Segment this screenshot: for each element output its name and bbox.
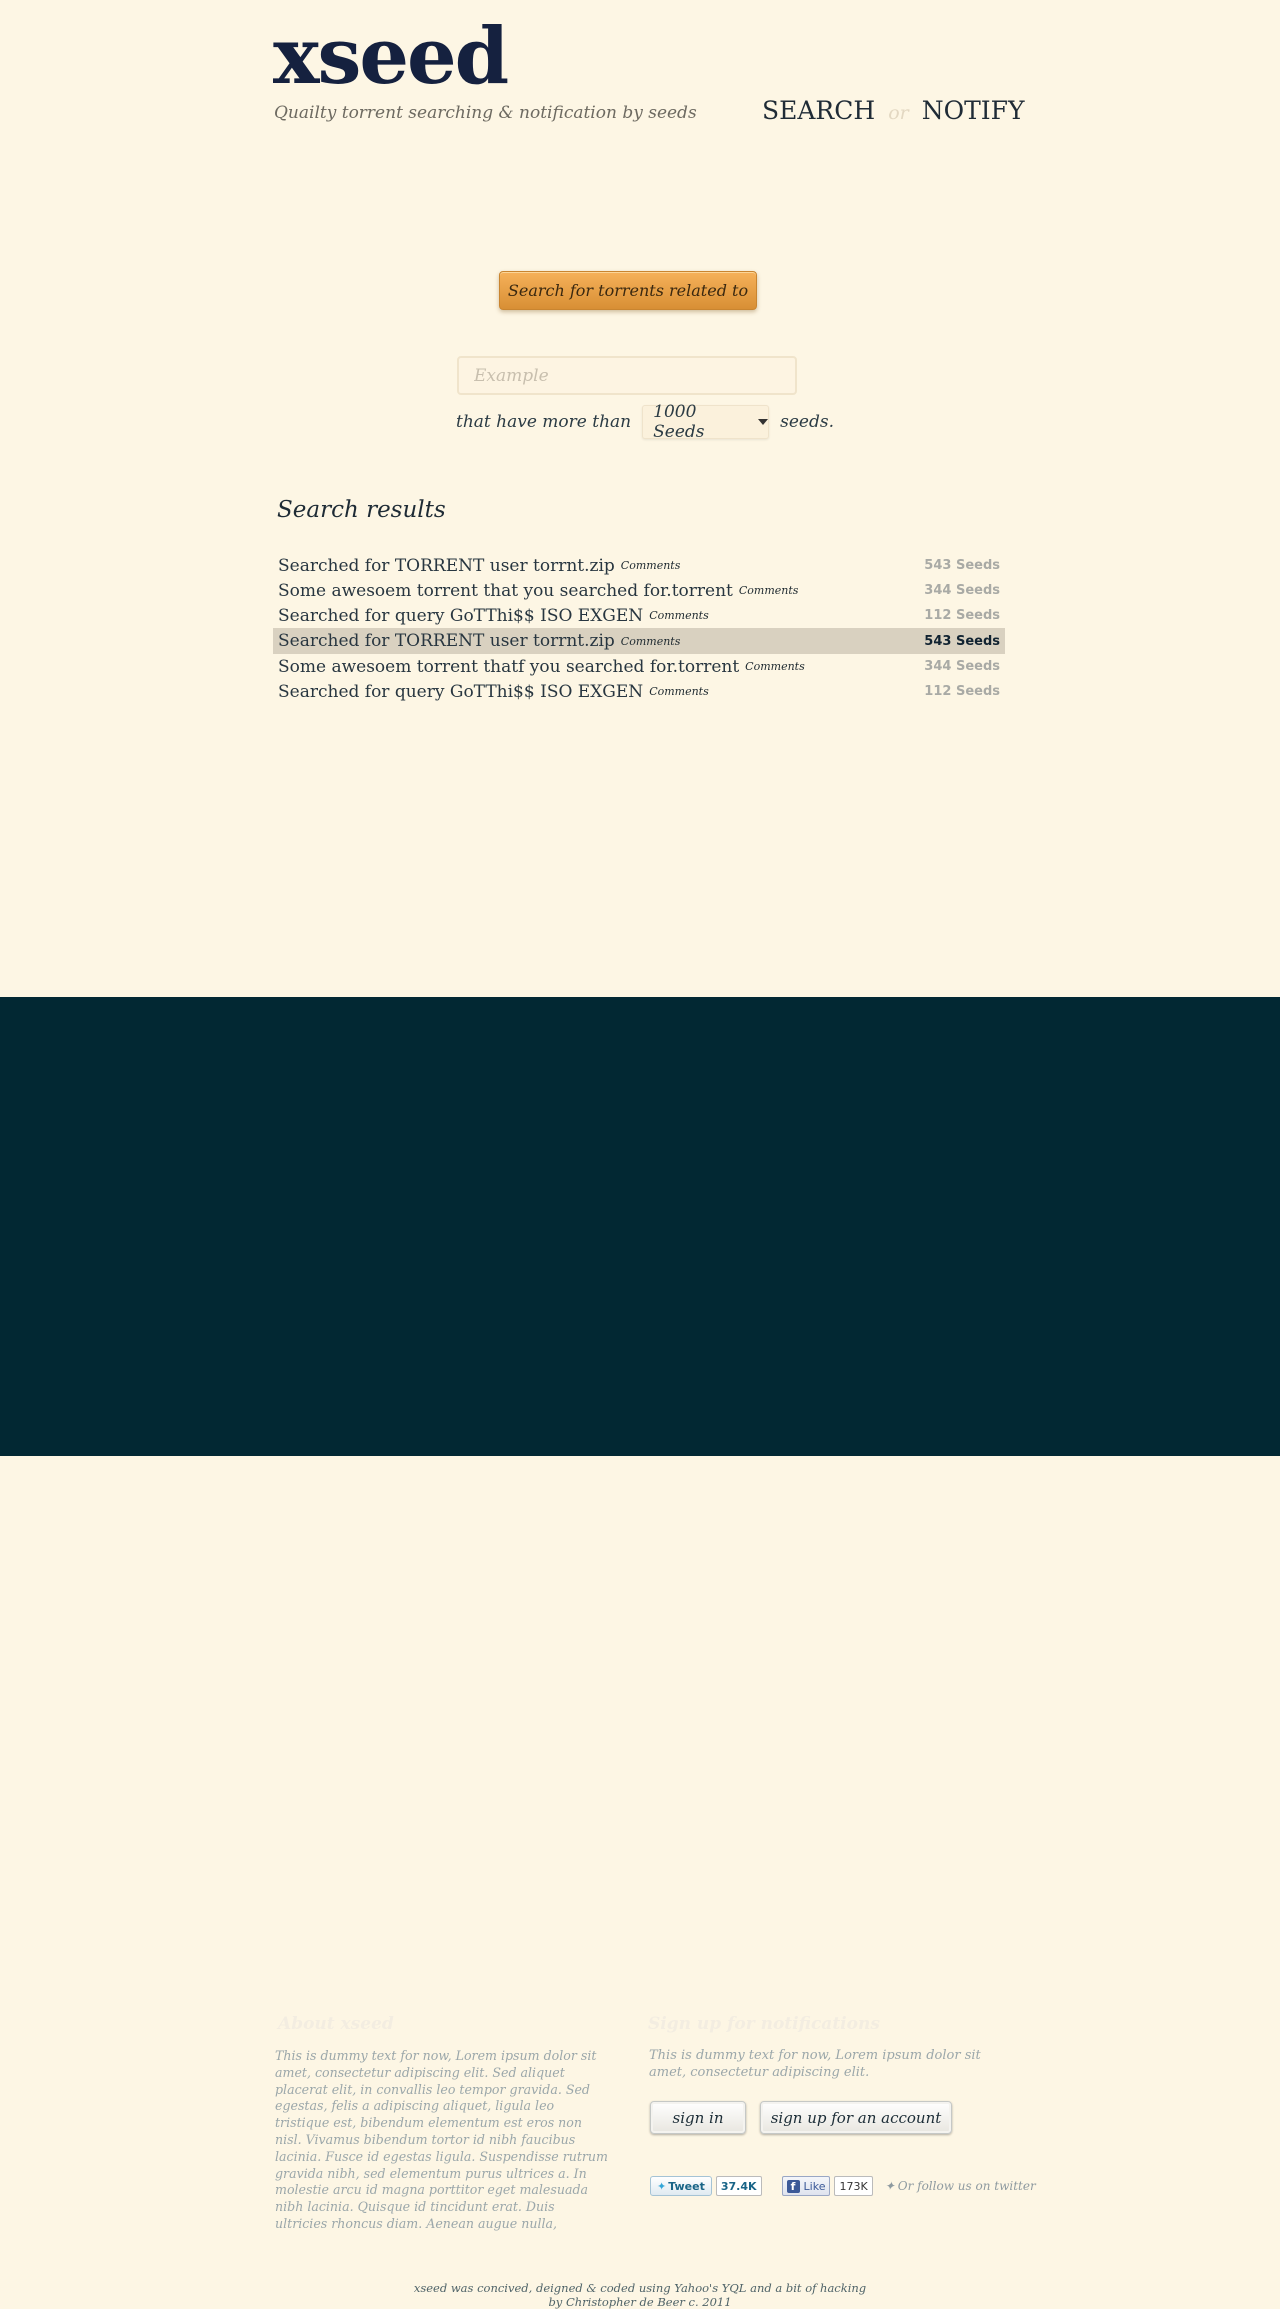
follow-twitter-link[interactable]: ✦ Or follow us on twitter bbox=[885, 2179, 1036, 2193]
result-row[interactable]: Searched for query GoTThi$$ ISO EXGEN Com… bbox=[273, 603, 1005, 628]
result-row[interactable]: Searched for TORRENT user torrnt.zip Comm… bbox=[273, 553, 1005, 578]
results-list: Searched for TORRENT user torrnt.zip Comm… bbox=[273, 553, 1005, 704]
tweet-label: Tweet bbox=[668, 2179, 705, 2193]
result-comments-link[interactable]: Comments bbox=[621, 559, 681, 572]
signup-text: This is dummy text for now, Lorem ipsum … bbox=[649, 2048, 981, 2080]
main-nav: SEARCH or NOTIFY bbox=[762, 96, 1025, 125]
result-row[interactable]: Some awesoem torrent thatf you searched … bbox=[273, 654, 1005, 679]
result-comments-link[interactable]: Comments bbox=[621, 635, 681, 648]
signup-heading: Sign up for notifications bbox=[648, 2014, 880, 2034]
caret-down-icon bbox=[758, 419, 769, 425]
seed-count-select[interactable]: 1000 Seeds bbox=[642, 402, 770, 442]
result-seeds: 344 Seeds bbox=[924, 583, 1000, 598]
about-text: This is dummy text for now, Lorem ipsum … bbox=[275, 2048, 608, 2231]
result-comments-link[interactable]: Comments bbox=[649, 685, 709, 698]
result-name[interactable]: Some awesoem torrent that you searched f… bbox=[278, 581, 733, 601]
tagline: Quailty torrent searching & notification… bbox=[274, 103, 697, 123]
twitter-bird-icon: ✦ bbox=[657, 2179, 667, 2193]
nav-separator: or bbox=[888, 102, 909, 124]
like-button[interactable]: f Like bbox=[781, 2176, 831, 2196]
result-seeds: 543 Seeds bbox=[924, 633, 1000, 649]
social-bar: ✦ Tweet 37.4K f Like 173K ✦ Or follow us… bbox=[650, 2176, 1036, 2196]
like-count: 173K bbox=[834, 2176, 873, 2196]
result-name[interactable]: Searched for query GoTThi$$ ISO EXGEN bbox=[278, 682, 643, 702]
result-name[interactable]: Searched for TORRENT user torrnt.zip bbox=[278, 631, 615, 651]
result-seeds: 112 Seeds bbox=[924, 608, 1000, 623]
footer: About xseed This is dummy text for now, … bbox=[0, 997, 1280, 2309]
twitter-bird-icon: ✦ bbox=[884, 2179, 895, 2193]
seed-filter: that have more than 1000 Seeds seeds. bbox=[456, 402, 834, 442]
result-comments-link[interactable]: Comments bbox=[649, 609, 709, 622]
like-label: Like bbox=[803, 2179, 826, 2193]
seed-count-value: 1000 Seeds bbox=[653, 402, 705, 442]
page: xseed Quailty torrent searching & notifi… bbox=[0, 0, 1280, 2309]
logo[interactable]: xseed bbox=[273, 18, 509, 96]
result-name[interactable]: Searched for query GoTThi$$ ISO EXGEN bbox=[278, 606, 643, 626]
follow-text: Or follow us on twitter bbox=[897, 2179, 1036, 2193]
result-comments-link[interactable]: Comments bbox=[739, 584, 799, 597]
result-name[interactable]: Some awesoem torrent thatf you searched … bbox=[278, 657, 739, 677]
result-name[interactable]: Searched for TORRENT user torrnt.zip bbox=[278, 556, 615, 576]
nav-notify-link[interactable]: NOTIFY bbox=[922, 96, 1025, 125]
credit: xseed was concived, deigned & coded usin… bbox=[0, 2281, 1280, 2309]
result-seeds: 344 Seeds bbox=[924, 659, 1000, 674]
results-heading: Search results bbox=[277, 497, 446, 523]
result-row[interactable]: Searched for query GoTThi$$ ISO EXGEN Com… bbox=[273, 679, 1005, 704]
result-seeds: 543 Seeds bbox=[924, 558, 1000, 573]
result-seeds: 112 Seeds bbox=[924, 684, 1000, 699]
result-row[interactable]: Some awesoem torrent that you searched f… bbox=[273, 578, 1005, 603]
result-row[interactable]: Searched for TORRENT user torrnt.zip Comm… bbox=[273, 628, 1005, 654]
result-comments-link[interactable]: Comments bbox=[745, 660, 805, 673]
search-input[interactable] bbox=[457, 356, 797, 395]
main-area: xseed Quailty torrent searching & notifi… bbox=[0, 0, 1280, 997]
sign-in-button[interactable]: sign in bbox=[650, 2101, 746, 2134]
tweet-button[interactable]: ✦ Tweet bbox=[650, 2176, 712, 2196]
about-heading: About xseed bbox=[278, 2014, 394, 2034]
filter-prefix: that have more than bbox=[456, 412, 632, 432]
credit-line-2: by Christopher de Beer c. 2011 bbox=[548, 2295, 732, 2309]
credit-line-1: xseed was concived, deigned & coded usin… bbox=[413, 2281, 867, 2295]
tweet-count: 37.4K bbox=[715, 2176, 762, 2196]
search-button[interactable]: Search for torrents related to bbox=[499, 271, 757, 310]
sign-up-button[interactable]: sign up for an account bbox=[760, 2101, 952, 2134]
facebook-icon: f bbox=[786, 2179, 800, 2193]
nav-search-link[interactable]: SEARCH bbox=[762, 96, 875, 125]
filter-suffix: seeds. bbox=[780, 412, 834, 432]
